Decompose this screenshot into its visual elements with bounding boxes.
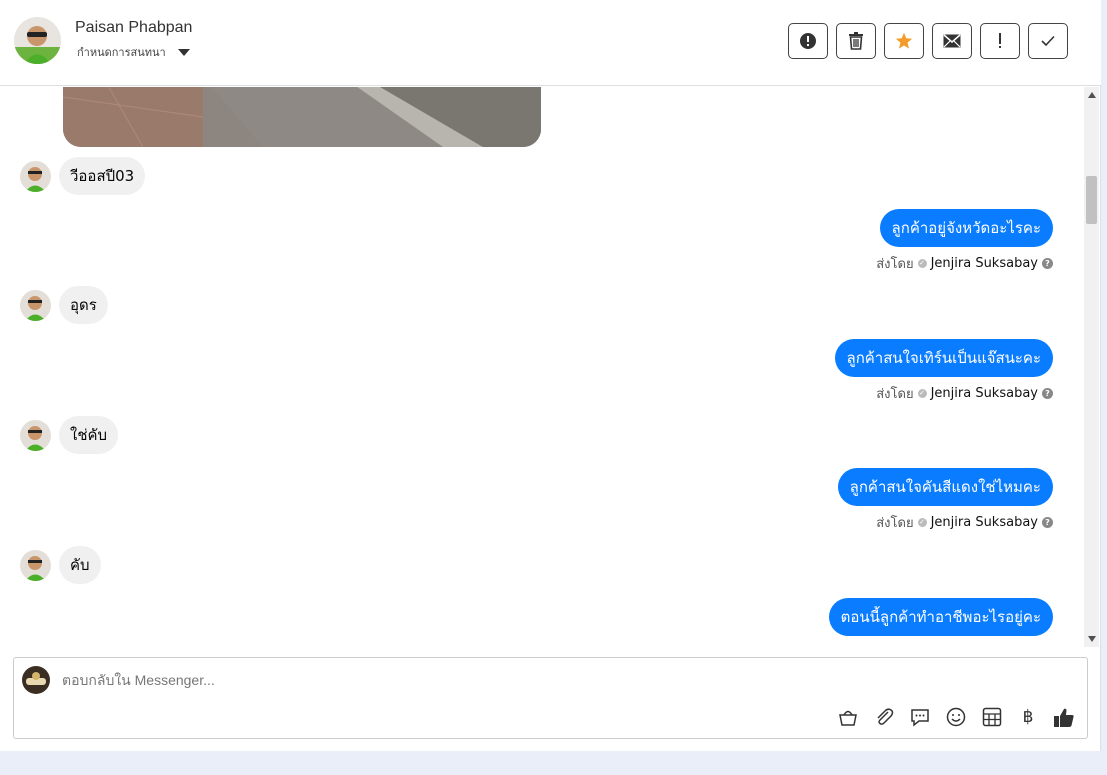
- basket-icon[interactable]: [837, 706, 859, 728]
- reply-input[interactable]: [62, 672, 762, 688]
- agent-name: Jenjira Suksabay: [930, 256, 1038, 271]
- chat-bubble-icon[interactable]: [909, 706, 931, 728]
- alert-circle-icon: [800, 33, 816, 49]
- message-incoming: วีออสปี03: [20, 157, 146, 195]
- envelope-icon: [943, 34, 961, 48]
- message-bubble[interactable]: ลูกค้าสนใจเทิร์นเป็นแจ๊สนะคะ: [834, 339, 1053, 377]
- message-bubble[interactable]: ตอนนี้ลูกค้าทำอาชีพอะไรอยู่คะ: [828, 598, 1053, 636]
- verified-icon: ✓: [917, 518, 927, 527]
- conversation-label-dropdown[interactable]: กำหนดการสนทนา: [77, 43, 190, 61]
- message-outgoing: ลูกค้าอยู่จังหวัดอะไรคะ ส่งโดย ✓ Jenjira…: [876, 209, 1053, 274]
- sent-by-line: ส่งโดย ✓ Jenjira Suksabay ?: [876, 253, 1053, 274]
- paperclip-icon[interactable]: [873, 706, 895, 728]
- message-incoming: คับ: [20, 546, 101, 584]
- message-photo[interactable]: [63, 87, 541, 147]
- sender-avatar: [20, 160, 51, 192]
- baht-icon[interactable]: ฿: [1017, 706, 1039, 728]
- scrollbar-thumb[interactable]: [1086, 176, 1097, 224]
- message-bubble[interactable]: ลูกค้าอยู่จังหวัดอะไรคะ: [879, 209, 1053, 247]
- page-avatar: [22, 666, 50, 694]
- exclamation-icon: [999, 33, 1001, 48]
- scroll-up-arrow-icon[interactable]: [1088, 92, 1096, 98]
- agent-name: Jenjira Suksabay: [930, 515, 1038, 530]
- star-button[interactable]: [884, 23, 924, 59]
- contact-name: Paisan Phabpan: [75, 19, 193, 36]
- message-incoming: อุดร: [20, 286, 108, 324]
- verified-icon: ✓: [917, 259, 927, 268]
- check-icon: [1041, 35, 1055, 47]
- message-bubble[interactable]: อุดร: [59, 286, 108, 324]
- verified-icon: ✓: [917, 389, 927, 398]
- alert-circle-button[interactable]: [788, 23, 828, 59]
- agent-name: Jenjira Suksabay: [930, 386, 1038, 401]
- conversation-header: Paisan Phabpan กำหนดการสนทนา: [0, 0, 1101, 86]
- important-button[interactable]: [980, 23, 1020, 59]
- contact-avatar[interactable]: [14, 17, 61, 64]
- message-scrollbar[interactable]: [1084, 87, 1099, 647]
- help-icon[interactable]: ?: [1042, 388, 1053, 399]
- message-list[interactable]: วีออสปี03 ลูกค้าอยู่จังหวัดอะไรคะ ส่งโดย…: [0, 87, 1084, 647]
- table-icon[interactable]: [981, 706, 1003, 728]
- message-bubble[interactable]: ลูกค้าสนใจคันสีแดงใช่ไหมคะ: [837, 468, 1053, 506]
- message-outgoing: ลูกค้าสนใจคันสีแดงใช่ไหมคะ ส่งโดย ✓ Jenj…: [837, 468, 1053, 533]
- sender-avatar: [20, 289, 51, 321]
- message-bubble[interactable]: ใช่คับ: [59, 416, 119, 454]
- sent-by-label: ส่งโดย: [876, 257, 914, 272]
- sent-by-line: ส่งโดย ✓ Jenjira Suksabay ?: [838, 512, 1053, 533]
- conversation-label-text: กำหนดการสนทนา: [77, 46, 166, 59]
- message-bubble[interactable]: วีออสปี03: [59, 157, 146, 195]
- done-button[interactable]: [1028, 23, 1068, 59]
- scroll-down-arrow-icon[interactable]: [1088, 636, 1096, 642]
- star-icon: [895, 32, 913, 49]
- messenger-window: Paisan Phabpan กำหนดการสนทนา วีออสปี03 ล…: [0, 0, 1101, 751]
- reply-composer: ฿: [13, 657, 1088, 739]
- composer-toolbar: ฿: [837, 706, 1075, 728]
- delete-button[interactable]: [836, 23, 876, 59]
- smiley-icon[interactable]: [945, 706, 967, 728]
- sent-by-line: ส่งโดย ✓ Jenjira Suksabay ?: [835, 383, 1053, 404]
- help-icon[interactable]: ?: [1042, 517, 1053, 528]
- sender-avatar: [20, 549, 51, 581]
- sent-by-label: ส่งโดย: [876, 516, 914, 531]
- thumbs-up-icon[interactable]: [1053, 706, 1075, 728]
- message-outgoing: ลูกค้าสนใจเทิร์นเป็นแจ๊สนะคะ ส่งโดย ✓ Je…: [834, 339, 1053, 404]
- trash-icon: [849, 32, 863, 50]
- sent-by-label: ส่งโดย: [876, 387, 914, 402]
- message-bubble[interactable]: คับ: [59, 546, 101, 584]
- header-actions: [788, 23, 1068, 59]
- sender-avatar: [20, 419, 51, 451]
- message-incoming: ใช่คับ: [20, 416, 119, 454]
- message-outgoing: ตอนนี้ลูกค้าทำอาชีพอะไรอยู่คะ: [828, 598, 1053, 636]
- help-icon[interactable]: ?: [1042, 258, 1053, 269]
- caret-down-icon: [177, 48, 190, 56]
- email-button[interactable]: [932, 23, 972, 59]
